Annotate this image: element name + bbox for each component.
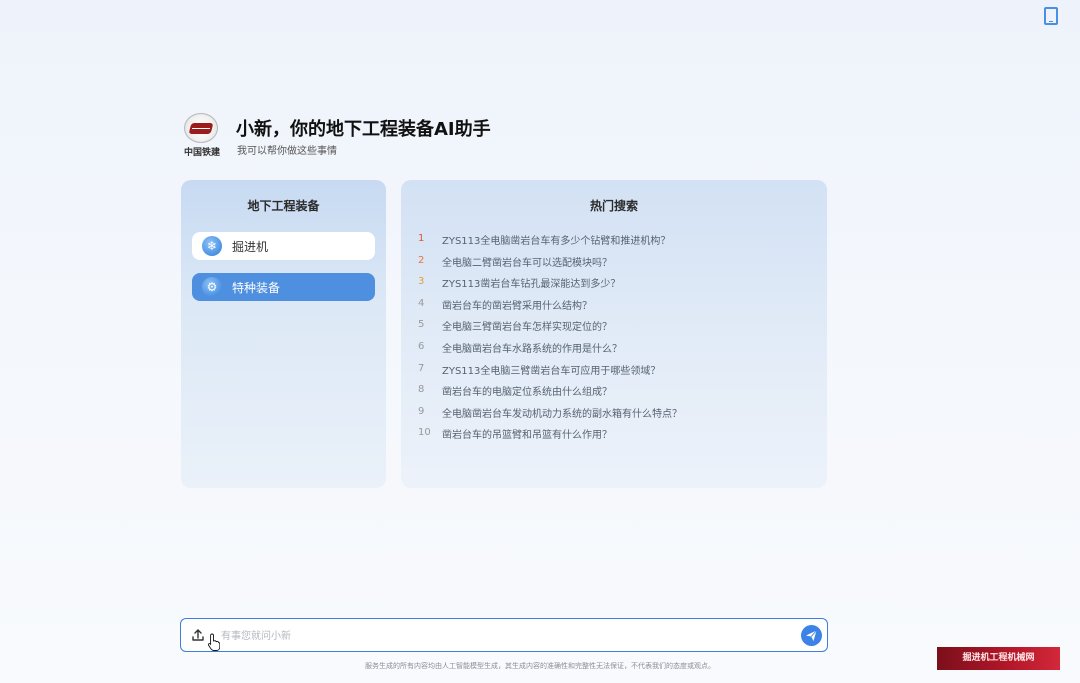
hot-search-rank: 10 [418,427,431,439]
category-item-label: 掘进机 [232,240,269,254]
hot-search-item[interactable]: 10 凿岩台车的吊篮臂和吊篮有什么作用？ [401,424,827,446]
hot-search-question: 全电脑凿岩台车发动机动力系统的副水箱有什么特点？ [442,408,682,420]
hot-search-question: ZYS113全电脑凿岩台车有多少个钻臂和推进机构？ [442,236,671,247]
hot-search-rank: 2 [418,254,425,266]
category-item-label: 特种装备 [232,281,281,295]
footer-disclaimer: 服务生成的所有内容均由人工智能模型生成，其生成内容的准确性和完整性无法保证，不代… [365,662,715,670]
hot-search-rank: 8 [418,384,425,396]
category-panel: 地下工程装备 ❄ 掘进机 ⚙ 特种装备 [181,180,386,488]
hot-search-item[interactable]: 1 ZYS113全电脑凿岩台车有多少个钻臂和推进机构？ [401,230,827,252]
hot-search-item[interactable]: 7 ZYS113全电脑三臂凿岩台车可应用于哪些领域？ [401,360,827,382]
hot-search-item[interactable]: 4 凿岩台车的凿岩臂采用什么结构？ [401,295,827,317]
hot-search-rank: 3 [418,276,425,288]
site-watermark: 掘进机工程机械网 [937,647,1060,670]
logo-text: 中国铁建 [183,148,220,158]
page-subtitle: 我可以帮你做这些事情 [237,146,337,157]
hot-search-item[interactable]: 2 全电脑二臂凿岩台车可以选配模块吗？ [401,252,827,274]
category-item-tunneling-machine[interactable]: ❄ 掘进机 [192,232,375,260]
send-button[interactable] [801,625,822,646]
hot-search-question: 全电脑凿岩台车水路系统的作用是什么？ [442,343,622,355]
hot-search-question: 全电脑二臂凿岩台车可以选配模块吗？ [442,257,612,269]
hot-search-item[interactable]: 9 全电脑凿岩台车发动机动力系统的副水箱有什么特点？ [401,403,827,425]
paper-plane-icon [806,630,817,641]
hot-search-question: 凿岩台车的凿岩臂采用什么结构？ [442,300,592,312]
crcc-logo: 中国铁建 [180,113,224,161]
gear-icon: ⚙ [202,277,222,297]
mobile-icon[interactable] [1044,7,1058,25]
hot-search-rank: 9 [418,405,425,417]
hot-search-item[interactable]: 6 全电脑凿岩台车水路系统的作用是什么？ [401,338,827,360]
hot-search-question: ZYS113全电脑三臂凿岩台车可应用于哪些领域？ [442,365,661,377]
chat-input[interactable] [219,625,793,647]
hot-search-rank: 6 [418,340,425,352]
assistant-header: 中国铁建 小新，你的地下工程装备AI助手 我可以帮你做这些事情 [180,113,700,161]
hot-search-item[interactable]: 5 全电脑三臂凿岩台车怎样实现定位的？ [401,316,827,338]
hot-search-item[interactable]: 3 ZYS113凿岩台车钻孔最深能达到多少？ [401,273,827,295]
hot-search-panel: 热门搜索 1 ZYS113全电脑凿岩台车有多少个钻臂和推进机构？ 2 全电脑二臂凿岩… [401,180,827,488]
hot-search-rank: 1 [418,233,425,244]
hot-search-question: 凿岩台车的吊篮臂和吊篮有什么作用？ [442,430,612,442]
page-title: 小新，你的地下工程装备AI助手 [236,119,491,140]
hot-search-list: 1 ZYS113全电脑凿岩台车有多少个钻臂和推进机构？ 2 全电脑二臂凿岩台车可以选… [401,230,827,446]
snowflake-icon: ❄ [202,236,222,256]
hot-search-question: 全电脑三臂凿岩台车怎样实现定位的？ [442,322,612,334]
upload-icon[interactable] [191,628,205,642]
hot-search-question: 凿岩台车的电脑定位系统由什么组成？ [442,387,612,399]
category-panel-title: 地下工程装备 [247,199,320,213]
crcc-logo-badge [184,113,218,143]
hot-search-question: ZYS113凿岩台车钻孔最深能达到多少？ [442,279,621,291]
hot-search-title: 热门搜索 [589,199,638,213]
hot-search-rank: 5 [418,319,425,331]
hot-search-rank: 4 [418,297,425,309]
category-item-special-equipment[interactable]: ⚙ 特种装备 [192,273,375,301]
hot-search-item[interactable]: 8 凿岩台车的电脑定位系统由什么组成？ [401,381,827,403]
hand-cursor-icon [208,633,220,651]
hot-search-rank: 7 [418,362,425,374]
chat-input-bar [180,618,828,652]
